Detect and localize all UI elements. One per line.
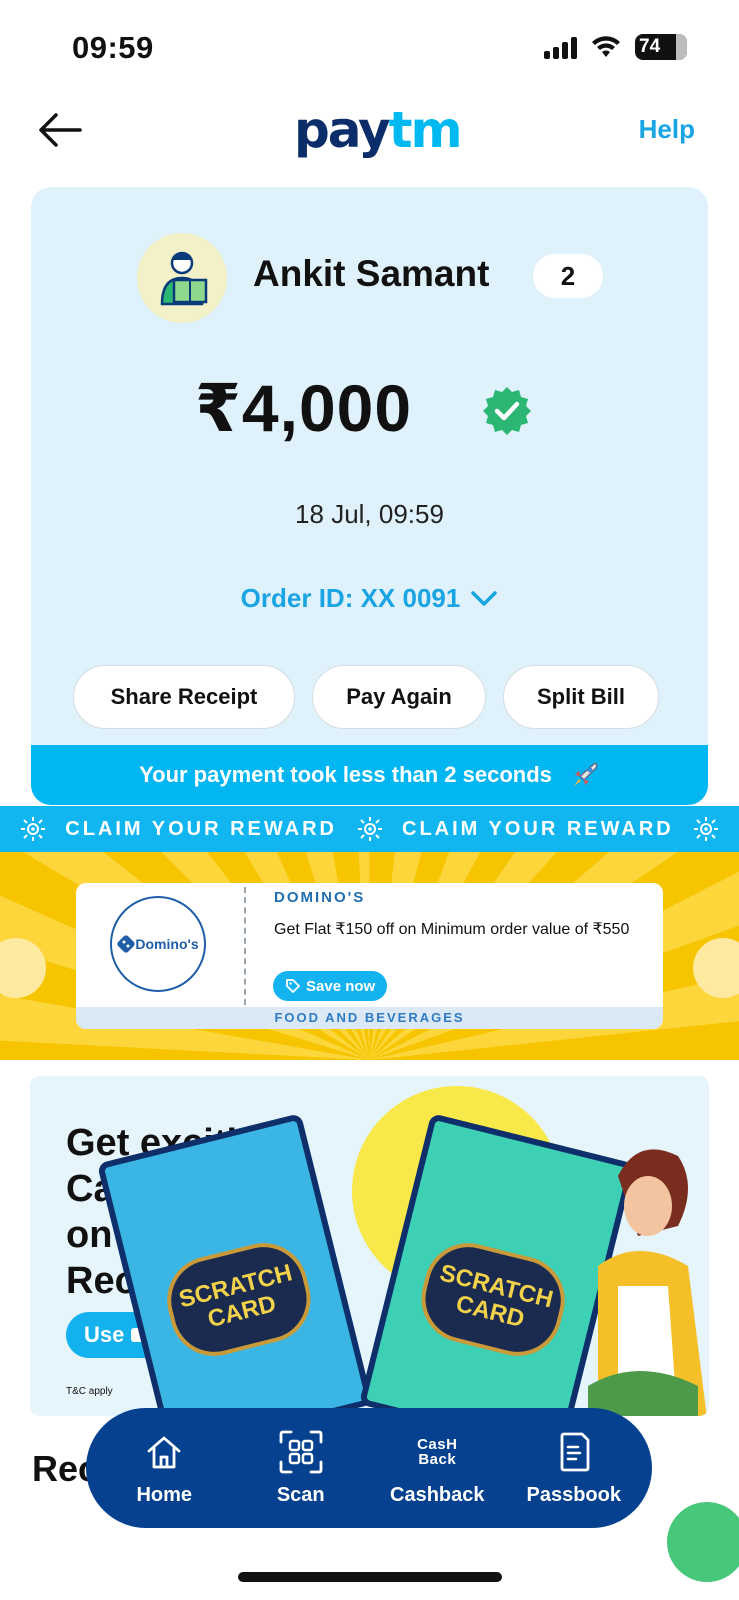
payee-avatar <box>137 233 227 323</box>
cashback-icon: CasH Back <box>415 1430 459 1474</box>
terms-text: T&C apply <box>66 1386 113 1397</box>
promo-use-label: Use <box>84 1322 125 1347</box>
logo-pay: pay <box>294 101 391 159</box>
battery-icon: 74 <box>635 34 687 60</box>
home-icon <box>142 1430 186 1474</box>
floating-action-button[interactable] <box>667 1502 739 1582</box>
chevron-down-icon <box>471 590 498 606</box>
payment-amount: ₹4,000 <box>195 371 413 445</box>
nav-home-label: Home <box>136 1483 193 1506</box>
coupon-category: FOOD AND BEVERAGES <box>76 1007 663 1029</box>
rocket-icon <box>573 762 598 786</box>
nav-home[interactable]: Home <box>104 1430 224 1507</box>
sparkle-icon <box>20 817 45 841</box>
sparkle-icon <box>357 817 382 841</box>
payment-receipt-card: Ankit Samant 2 ₹4,000 18 Jul, 09:59 Orde… <box>31 187 708 805</box>
payment-speed-banner: Your payment took less than 2 seconds <box>31 745 708 805</box>
status-icons: 74 <box>544 34 687 60</box>
pay-again-button[interactable]: Pay Again <box>312 665 486 729</box>
dominos-coupon-card[interactable]: Domino's DOMINO'S Get Flat ₹150 off on M… <box>76 883 663 1029</box>
share-receipt-button[interactable]: Share Receipt <box>73 665 295 729</box>
payment-datetime: 18 Jul, 09:59 <box>295 499 444 529</box>
passbook-icon <box>552 1430 596 1474</box>
payee-name: Ankit Samant <box>253 253 490 294</box>
scratch-card-label: SCRATCH CARD <box>412 1233 575 1366</box>
claim-reward-strip[interactable]: CLAIM YOUR REWARD CLAIM YOUR REWARD <box>0 806 739 852</box>
battery-level: 74 <box>639 36 661 57</box>
status-time: 09:59 <box>72 30 154 65</box>
help-link[interactable]: Help <box>639 114 695 145</box>
scan-icon <box>279 1430 323 1474</box>
receipt-actions: Share Receipt Pay Again Split Bill <box>73 665 659 729</box>
back-arrow-icon <box>39 113 82 147</box>
cashback-glyph-bottom: Back <box>418 1450 457 1468</box>
coupon-divider <box>244 887 246 1005</box>
reward-banner: Domino's DOMINO'S Get Flat ₹150 off on M… <box>0 852 739 1060</box>
cashback-promo-banner[interactable]: Get excitin Cash on Rec Use T&C apply SC… <box>30 1076 709 1416</box>
nav-scan-label: Scan <box>276 1483 325 1506</box>
logo-tm: tm <box>388 101 463 159</box>
ticket-notch-left <box>0 938 46 998</box>
cashback-glyph-top: CasH <box>417 1435 458 1453</box>
sparkle-icon <box>694 817 719 841</box>
nav-cashback[interactable]: CasH Back Cashback <box>377 1430 497 1507</box>
verified-check-icon <box>483 387 531 435</box>
paytm-logo: pay tm <box>294 100 463 160</box>
coupon-brand: DOMINO'S <box>274 889 366 906</box>
dominos-tile-icon <box>117 935 136 953</box>
save-now-label: Save now <box>306 977 376 995</box>
nav-cashback-label: Cashback <box>390 1483 485 1506</box>
scratch-card-label: SCRATCH CARD <box>157 1233 320 1366</box>
ticket-notch-right <box>693 938 739 998</box>
dominos-logo: Domino's <box>110 896 206 992</box>
nav-scan[interactable]: Scan <box>241 1430 361 1507</box>
nav-passbook-label: Passbook <box>526 1483 621 1506</box>
reader-avatar-icon <box>160 251 208 306</box>
back-button[interactable] <box>36 110 84 150</box>
order-id: Order ID: XX 0091 <box>240 583 461 613</box>
payment-speed-message: Your payment took less than 2 seconds <box>139 762 552 787</box>
coupon-offer: Get Flat ₹150 off on Minimum order value… <box>274 921 630 938</box>
nav-passbook[interactable]: Passbook <box>514 1430 634 1507</box>
order-id-toggle[interactable]: Order ID: XX 0091 <box>31 583 708 614</box>
bottom-navigation: Home Scan CasH Back Cashback Passbook <box>86 1408 652 1528</box>
cellular-signal-icon <box>544 35 577 59</box>
save-now-button[interactable]: Save now <box>273 971 388 1001</box>
tag-icon <box>286 979 301 994</box>
split-bill-button[interactable]: Split Bill <box>503 665 659 729</box>
wifi-icon <box>592 36 620 57</box>
payment-count-badge[interactable]: 2 <box>533 254 603 298</box>
claim-reward-text-2: CLAIM YOUR REWARD <box>402 817 674 840</box>
home-indicator[interactable] <box>238 1572 502 1582</box>
girl-illustration <box>588 1149 707 1416</box>
dominos-logo-text: Domino's <box>135 936 199 952</box>
claim-reward-text-1: CLAIM YOUR REWARD <box>65 817 337 840</box>
